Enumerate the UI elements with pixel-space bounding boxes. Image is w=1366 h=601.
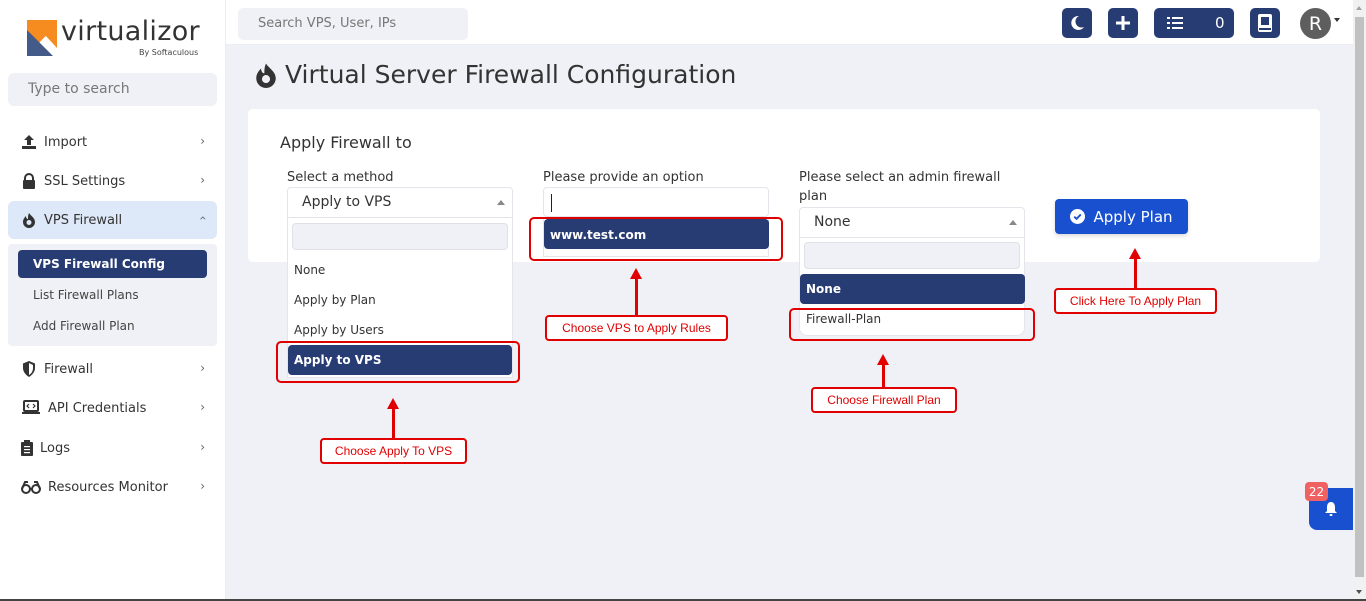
sidebar-item-label: SSL Settings	[44, 173, 126, 189]
chevron-up-icon: ›	[195, 215, 210, 221]
plan-label-line2: plan	[799, 189, 828, 204]
plan-dropdown-search[interactable]	[804, 242, 1020, 269]
apply-plan-button[interactable]: Apply Plan	[1055, 199, 1188, 234]
sidebar-item-resources-monitor[interactable]: Resources Monitor ›	[8, 468, 217, 506]
topbar: Search VPS, User, IPs 0 R	[226, 0, 1353, 45]
sidebar: virtualizor By Softaculous Type to searc…	[0, 0, 226, 601]
scroll-up-arrow-icon[interactable]	[1356, 6, 1362, 10]
glasses-icon	[20, 478, 42, 496]
global-search-input[interactable]: Search VPS, User, IPs	[238, 8, 468, 40]
chevron-right-icon: ›	[200, 400, 205, 414]
sidebar-item-label: Import	[44, 134, 88, 150]
annotation-label-option: Choose VPS to Apply Rules	[545, 315, 728, 341]
fire-icon	[20, 211, 38, 229]
annotation-highlight-option	[529, 217, 783, 261]
option-label: Please provide an option	[543, 170, 704, 185]
fire-icon	[256, 63, 276, 88]
logo-mark-icon	[27, 20, 57, 56]
arrow-up-icon	[1129, 248, 1141, 259]
annotation-arrow	[882, 364, 885, 388]
method-dropdown-search[interactable]	[292, 223, 508, 250]
method-label: Select a method	[287, 170, 394, 185]
caret-up-icon	[1009, 220, 1017, 225]
arrow-up-icon	[877, 354, 889, 365]
notification-count-badge: 22	[1305, 482, 1328, 501]
arrow-up-icon	[630, 268, 642, 279]
logo-subtitle: By Softaculous	[139, 48, 199, 57]
sidebar-subitem-list-firewall-plans[interactable]: List Firewall Plans	[18, 281, 207, 309]
virtualizor-logo[interactable]: virtualizor By Softaculous	[27, 16, 202, 58]
option-search-input[interactable]	[543, 187, 769, 217]
bell-icon	[1325, 502, 1337, 516]
annotation-label-apply: Click Here To Apply Plan	[1054, 288, 1217, 314]
clipboard-list-icon	[20, 439, 34, 457]
sidebar-item-vps-firewall[interactable]: VPS Firewall ›	[8, 201, 217, 239]
page-title-text: Virtual Server Firewall Configuration	[285, 60, 737, 89]
upload-icon	[20, 133, 38, 151]
section-title: Apply Firewall to	[280, 133, 412, 152]
annotation-label-method: Choose Apply To VPS	[320, 438, 467, 464]
plan-label: Please select an admin firewall plan	[799, 168, 1019, 206]
sidebar-item-logs[interactable]: Logs ›	[8, 429, 217, 467]
annotation-arrow	[392, 408, 395, 438]
add-button[interactable]	[1108, 8, 1138, 38]
laptop-code-icon	[20, 399, 42, 417]
annotation-highlight-method	[276, 341, 520, 383]
method-option-apply-by-plan[interactable]: Apply by Plan	[288, 285, 508, 315]
method-option-none[interactable]: None	[288, 255, 508, 285]
chevron-right-icon: ›	[200, 134, 205, 148]
sidebar-search-input[interactable]: Type to search	[8, 73, 217, 106]
sidebar-item-api-credentials[interactable]: API Credentials ›	[8, 389, 217, 427]
method-select-value: Apply to VPS	[302, 194, 392, 210]
annotation-highlight-plan	[789, 308, 1035, 341]
scrollbar-thumb[interactable]	[1355, 17, 1364, 577]
tasks-button[interactable]: 0	[1154, 8, 1234, 38]
chevron-right-icon: ›	[200, 440, 205, 454]
sidebar-item-import[interactable]: Import ›	[8, 123, 217, 161]
task-list-icon	[1167, 17, 1183, 29]
plus-icon	[1116, 16, 1130, 30]
vps-firewall-submenu: VPS Firewall Config List Firewall Plans …	[8, 244, 217, 346]
sidebar-subitem-vps-firewall-config[interactable]: VPS Firewall Config	[18, 250, 207, 278]
annotation-arrow	[635, 278, 638, 315]
user-avatar[interactable]: R	[1300, 8, 1331, 39]
sidebar-item-label: API Credentials	[48, 400, 147, 416]
arrow-up-icon	[387, 398, 399, 409]
task-count: 0	[1215, 14, 1225, 32]
sidebar-subitem-add-firewall-plan[interactable]: Add Firewall Plan	[18, 312, 207, 340]
sidebar-item-label: Firewall	[44, 361, 94, 377]
text-cursor	[551, 194, 552, 212]
method-select[interactable]: Apply to VPS	[287, 187, 513, 218]
caret-up-icon	[497, 200, 505, 205]
shield-icon	[20, 360, 38, 378]
sidebar-item-label: Resources Monitor	[48, 479, 168, 495]
sidebar-item-label: Logs	[40, 440, 70, 456]
moon-icon	[1071, 15, 1084, 30]
plan-select-value: None	[814, 214, 851, 230]
plan-option-none[interactable]: None	[800, 274, 1025, 304]
apply-plan-label: Apply Plan	[1093, 207, 1173, 226]
annotation-arrow	[1134, 258, 1137, 289]
lock-icon	[20, 172, 38, 190]
scroll-down-arrow-icon[interactable]	[1356, 590, 1362, 594]
caret-down-icon[interactable]	[1334, 18, 1340, 22]
plan-select[interactable]: None	[799, 207, 1025, 238]
logo-text: virtualizor	[61, 16, 200, 47]
docs-button[interactable]	[1250, 8, 1280, 38]
sidebar-item-label: VPS Firewall	[44, 212, 123, 228]
chevron-right-icon: ›	[200, 173, 205, 187]
check-circle-icon	[1070, 209, 1086, 224]
dark-mode-button[interactable]	[1062, 8, 1092, 38]
sidebar-item-ssl-settings[interactable]: SSL Settings ›	[8, 162, 217, 200]
book-icon	[1258, 14, 1272, 32]
annotation-label-plan: Choose Firewall Plan	[811, 387, 957, 413]
page-title: Virtual Server Firewall Configuration	[254, 60, 736, 89]
plan-label-line1: Please select an admin firewall	[799, 170, 1001, 185]
sidebar-item-firewall[interactable]: Firewall ›	[8, 350, 217, 388]
page-scrollbar[interactable]	[1353, 0, 1366, 601]
chevron-right-icon: ›	[200, 361, 205, 375]
chevron-right-icon: ›	[200, 479, 205, 493]
